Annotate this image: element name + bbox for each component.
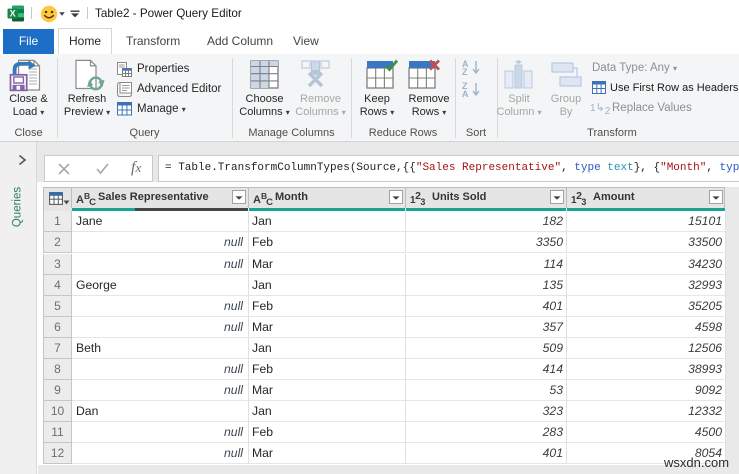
svg-text:X: X [10, 8, 16, 18]
